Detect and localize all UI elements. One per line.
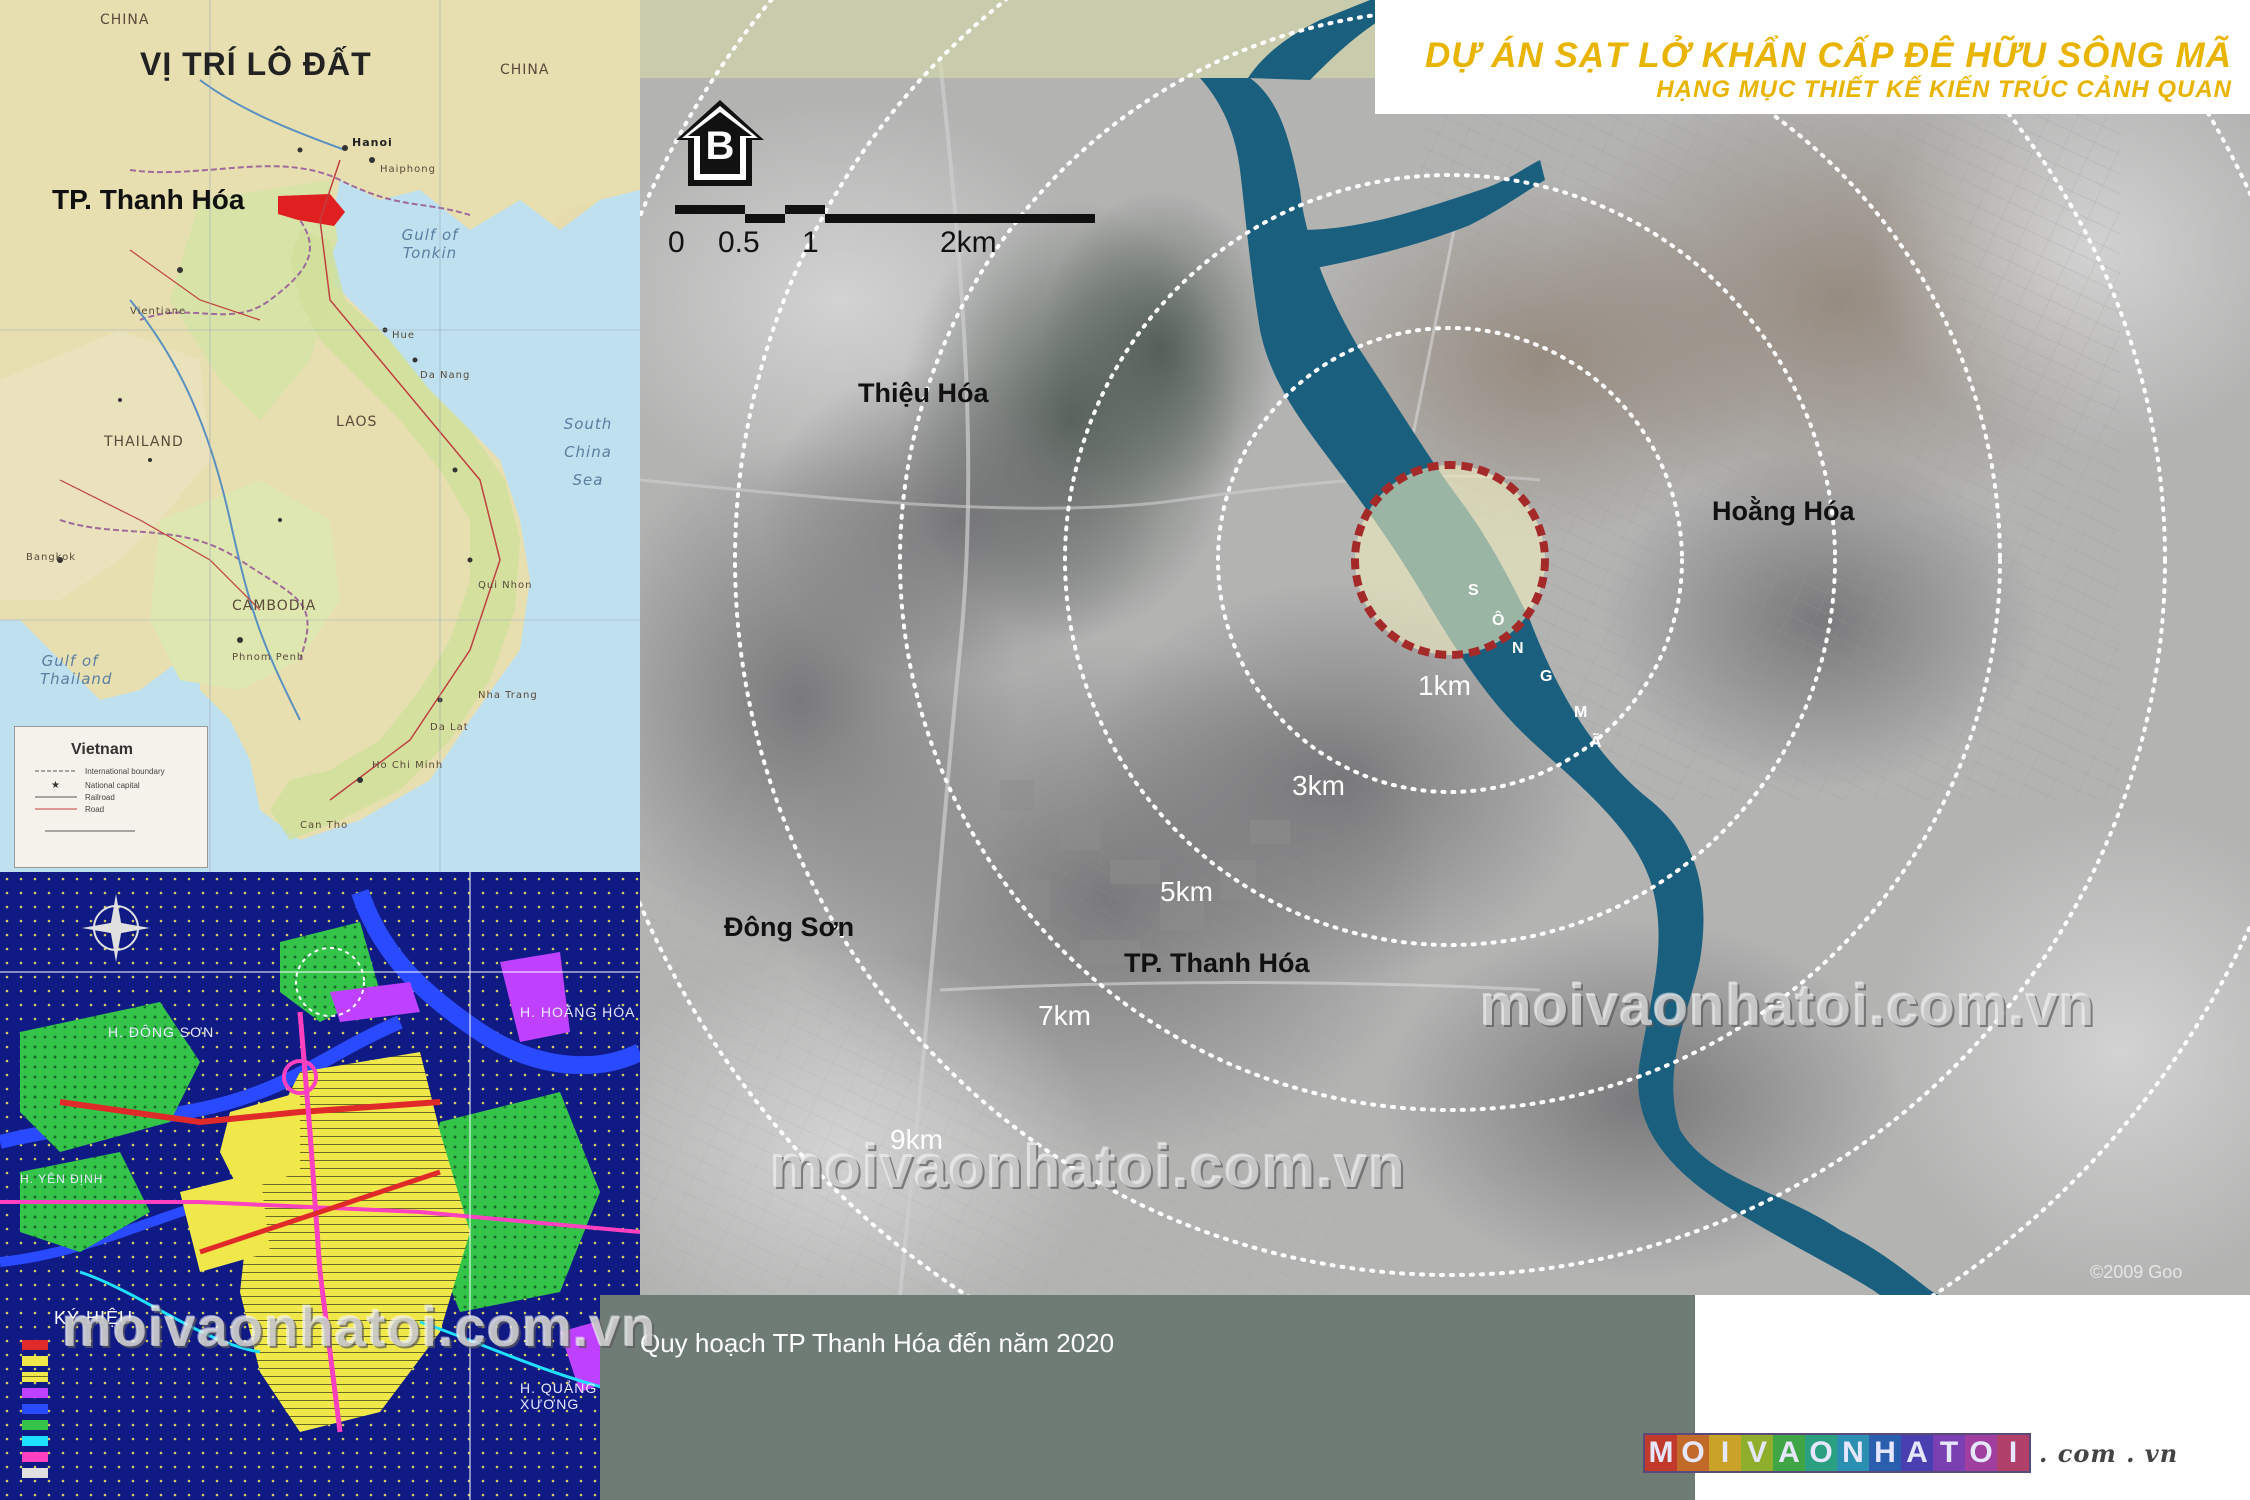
logo-letter: I	[1709, 1435, 1741, 1471]
river-label-char: Ã	[1590, 734, 1602, 751]
river-label-char: Ô	[1492, 612, 1505, 629]
planning-label: H. YÊN ĐỊNH	[20, 1172, 104, 1186]
city-name: Da Nang	[420, 370, 471, 381]
ring-label: 5km	[1160, 876, 1213, 907]
sea-label: Gulf of Tonkin	[401, 226, 459, 262]
logo-suffix: . com . vn	[2039, 1438, 2179, 1468]
satellite-map: B 0 0.5 1 2km Thiệu Hóa Hoằng Hóa Đông S…	[640, 0, 2250, 1295]
logo-letter: N	[1837, 1435, 1869, 1471]
country-label: LAOS	[336, 414, 378, 430]
river-label-char: N	[1512, 640, 1524, 657]
logo-letters: MOIVAONHATOI	[1643, 1433, 2031, 1473]
imagery-credit: ©2009 Goo	[2090, 1262, 2183, 1282]
city-name: Phnom Penh	[232, 652, 305, 663]
river-label-char: M	[1574, 704, 1588, 721]
planning-caption: Quy hoạch TP Thanh Hóa đến năm 2020	[640, 1328, 1115, 1358]
svg-text:★: ★	[51, 780, 60, 791]
logo-letter: M	[1645, 1435, 1677, 1471]
logo-letter: O	[1677, 1435, 1709, 1471]
sea-label: South China Sea	[563, 415, 613, 489]
north-arrow-icon: B	[705, 124, 735, 168]
country-label: CAMBODIA	[232, 598, 317, 614]
city-name: Nha Trang	[478, 690, 538, 701]
city-name: Da Lat	[430, 722, 469, 733]
logo-letter: O	[1965, 1435, 1997, 1471]
ring-label: 7km	[1038, 1000, 1091, 1031]
place-label-dong-son: Đông Sơn	[724, 912, 855, 942]
legend-item: Railroad	[85, 793, 115, 802]
logo-letter: H	[1869, 1435, 1901, 1471]
place-label-thieu-hoa: Thiệu Hóa	[858, 378, 989, 408]
planning-label: H. HOẰNG HÓA	[520, 1004, 636, 1020]
scale-label: 2km	[940, 226, 997, 259]
legend-item: International boundary	[85, 767, 165, 776]
scale-label: 1	[802, 226, 819, 259]
watermark: moivaonhatoi.com.vn	[770, 1133, 1406, 1200]
logo-letter: V	[1741, 1435, 1773, 1471]
ring-label: 1km	[1418, 670, 1471, 701]
watermark: moivaonhatoi.com.vn	[62, 1295, 657, 1358]
city-name: Can Tho	[300, 820, 349, 831]
city-name: Ho Chi Minh	[372, 760, 444, 771]
caption-panel: Quy hoạch TP Thanh Hóa đến năm 2020	[600, 1295, 1695, 1500]
river-label-char: G	[1540, 668, 1553, 685]
planning-map: H. ĐÔNG SƠN H. HOẰNG HÓA H. QUẢNG XƯƠNG …	[0, 872, 640, 1500]
location-map: VỊ TRÍ LÔ ĐẤT TP. Thanh Hóa CHINA CHINA …	[0, 0, 640, 872]
page-subtitle: HẠNG MỤC THIẾT KẾ KIẾN TRÚC CẢNH QUAN	[1656, 76, 2232, 103]
logo-letter: O	[1805, 1435, 1837, 1471]
sea-label: Gulf of Thailand	[40, 652, 113, 688]
country-label: THAILAND	[104, 434, 184, 450]
logo-letter: I	[1997, 1435, 2029, 1471]
logo-letter: A	[1773, 1435, 1805, 1471]
page-title: DỰ ÁN SẠT LỞ KHẨN CẤP ĐÊ HỮU SÔNG MÃ	[1424, 36, 2232, 75]
city-name: Haiphong	[380, 164, 436, 175]
planning-label: H. ĐÔNG SƠN	[108, 1024, 215, 1040]
location-map-title: VỊ TRÍ LÔ ĐẤT	[140, 46, 372, 82]
country-label: CHINA	[100, 12, 150, 28]
city-name: Hanoi	[352, 136, 393, 149]
country-label: CHINA	[500, 62, 550, 78]
map-legend: Vietnam ★ International boundary Nationa…	[14, 726, 208, 868]
ring-label: 3km	[1292, 770, 1345, 801]
city-name: Qui Nhon	[478, 580, 533, 591]
scale-label: 0	[668, 226, 685, 259]
scale-label: 0.5	[718, 226, 760, 259]
logo-letter: T	[1933, 1435, 1965, 1471]
place-label-thanh-hoa: TP. Thanh Hóa	[1124, 948, 1310, 978]
site-logo: MOIVAONHATOI . com . vn	[1643, 1433, 2178, 1473]
river-label-char: S	[1468, 582, 1479, 599]
logo-letter: A	[1901, 1435, 1933, 1471]
city-name: Vientiane	[130, 306, 187, 317]
header-panel: DỰ ÁN SẠT LỞ KHẨN CẤP ĐÊ HỮU SÔNG MÃ HẠN…	[1375, 0, 2250, 114]
place-label-hoang-hoa: Hoằng Hóa	[1712, 496, 1855, 526]
watermark: moivaonhatoi.com.vn	[1480, 973, 2096, 1038]
legend-item: National capital	[85, 781, 140, 790]
city-name: Hue	[392, 330, 416, 341]
city-label: TP. Thanh Hóa	[52, 184, 245, 215]
legend-item: Road	[85, 805, 105, 814]
city-name: Bangkok	[26, 552, 77, 563]
